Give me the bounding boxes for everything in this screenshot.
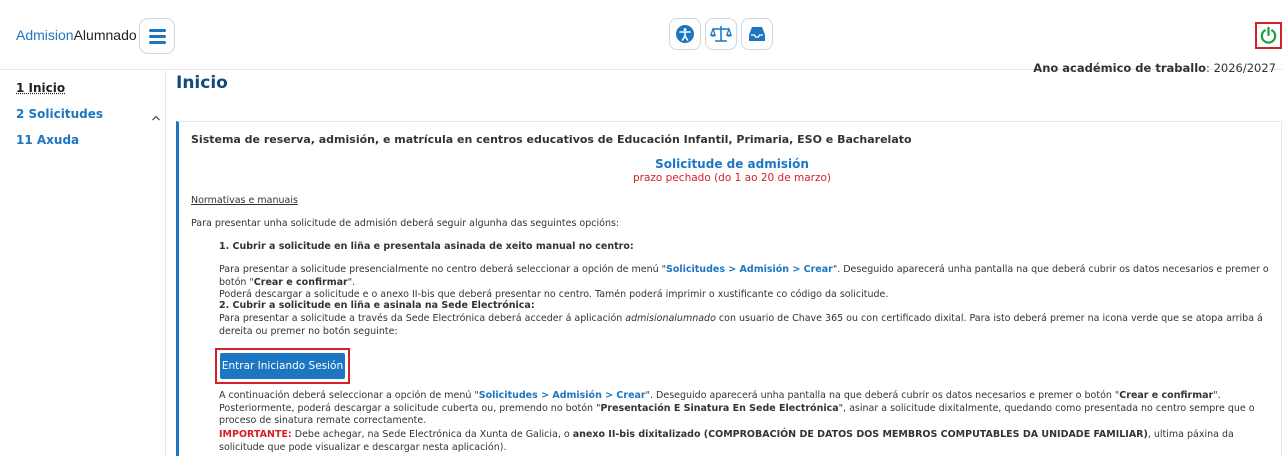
after-login-text: A continuación deberá seleccionar a opci…: [219, 390, 1279, 428]
after-menu-path: Solicitudes > Admisión > Crear: [479, 390, 646, 401]
hamburger-icon-bar: [149, 29, 166, 32]
after-text-a: A continuación deberá seleccionar a opci…: [219, 390, 479, 401]
login-power-button[interactable]: [1255, 22, 1282, 49]
after-button-name-2: Presentación E Sinatura En Sede Electrón…: [600, 403, 838, 414]
solicitude-deadline: prazo pechado (do 1 ao 20 de marzo): [179, 172, 1282, 184]
important-text: IMPORTANTE: Debe achegar, na Sede Electr…: [219, 429, 1279, 454]
content-panel: Sistema de reserva, admisión, e matrícul…: [176, 121, 1282, 456]
option-1-title: 1. Cubrir a solicitude en liña e present…: [219, 241, 634, 252]
sidebar: 1 Inicio 2 Solicitudes 11 Axuda: [0, 70, 166, 456]
important-text-b: anexo II-bis dixitalizado (COMPROBACIÓN …: [573, 429, 1148, 440]
academic-year-value: : 2026/2027: [1206, 61, 1276, 75]
option-1-text-a: Para presentar a solicitude presencialme…: [219, 264, 666, 275]
option-2-title: 2. Cubrir a solicitude en liña e asinala…: [219, 300, 535, 311]
intro-text: Para presentar unha solicitude de admisi…: [191, 218, 619, 229]
hamburger-icon-bar: [149, 35, 166, 38]
option-2-text: Para presentar a solicitude a través da …: [219, 313, 1279, 338]
login-button-highlight: Entrar Iniciando Sesión: [215, 348, 350, 384]
normativas-link[interactable]: Normativas e manuais: [191, 195, 298, 206]
accessibility-button[interactable]: [669, 18, 701, 50]
option-1-button-name: Crear e confirmar: [254, 277, 348, 288]
option-1-text-c: ".: [348, 277, 355, 288]
academic-year-label: Ano académico de traballo: [1033, 61, 1206, 75]
sidebar-item-inicio[interactable]: 1 Inicio: [16, 81, 65, 95]
after-button-name: Crear e confirmar: [1119, 390, 1213, 401]
login-button[interactable]: Entrar Iniciando Sesión: [220, 353, 345, 379]
hamburger-icon-bar: [149, 41, 166, 44]
option-2-text-a: Para presentar a solicitude a través da …: [219, 313, 625, 324]
sidebar-item-solicitudes[interactable]: 2 Solicitudes: [16, 107, 103, 121]
accessibility-icon: [675, 24, 695, 44]
legal-button[interactable]: [705, 18, 737, 50]
option-2-app-name: admisionalumnado: [625, 313, 716, 324]
power-icon: [1259, 26, 1278, 45]
sidebar-item-axuda[interactable]: 11 Axuda: [16, 133, 79, 147]
scales-icon: [710, 24, 732, 44]
top-bar: AdmisionAlumnado: [0, 0, 1282, 70]
important-label: IMPORTANTE:: [219, 429, 292, 440]
option-1-text: Para presentar a solicitude presencialme…: [219, 264, 1279, 302]
page-title: Inicio: [176, 73, 228, 93]
option-1-text-2: Poderá descargar a solicitude e o anexo …: [219, 289, 888, 300]
system-title: Sistema de reserva, admisión, e matrícul…: [191, 133, 912, 146]
menu-toggle-button[interactable]: [139, 18, 175, 54]
academic-year: Ano académico de traballo: 2026/2027: [1033, 61, 1276, 75]
important-text-a: Debe achegar, na Sede Electrónica da Xun…: [292, 429, 573, 440]
brand-part-2: Alumnado: [74, 27, 137, 43]
inbox-button[interactable]: [741, 18, 773, 50]
inbox-icon: [747, 24, 767, 44]
app-brand[interactable]: AdmisionAlumnado: [16, 27, 137, 43]
after-text-b: ". Deseguido aparecerá unha pantalla na …: [646, 390, 1120, 401]
header-icon-group: [669, 18, 773, 50]
solicitude-title: Solicitude de admisión: [179, 157, 1282, 171]
brand-part-1: Admision: [16, 27, 74, 43]
option-1-menu-path: Solicitudes > Admisión > Crear: [666, 264, 833, 275]
chevron-up-icon[interactable]: [151, 114, 161, 122]
